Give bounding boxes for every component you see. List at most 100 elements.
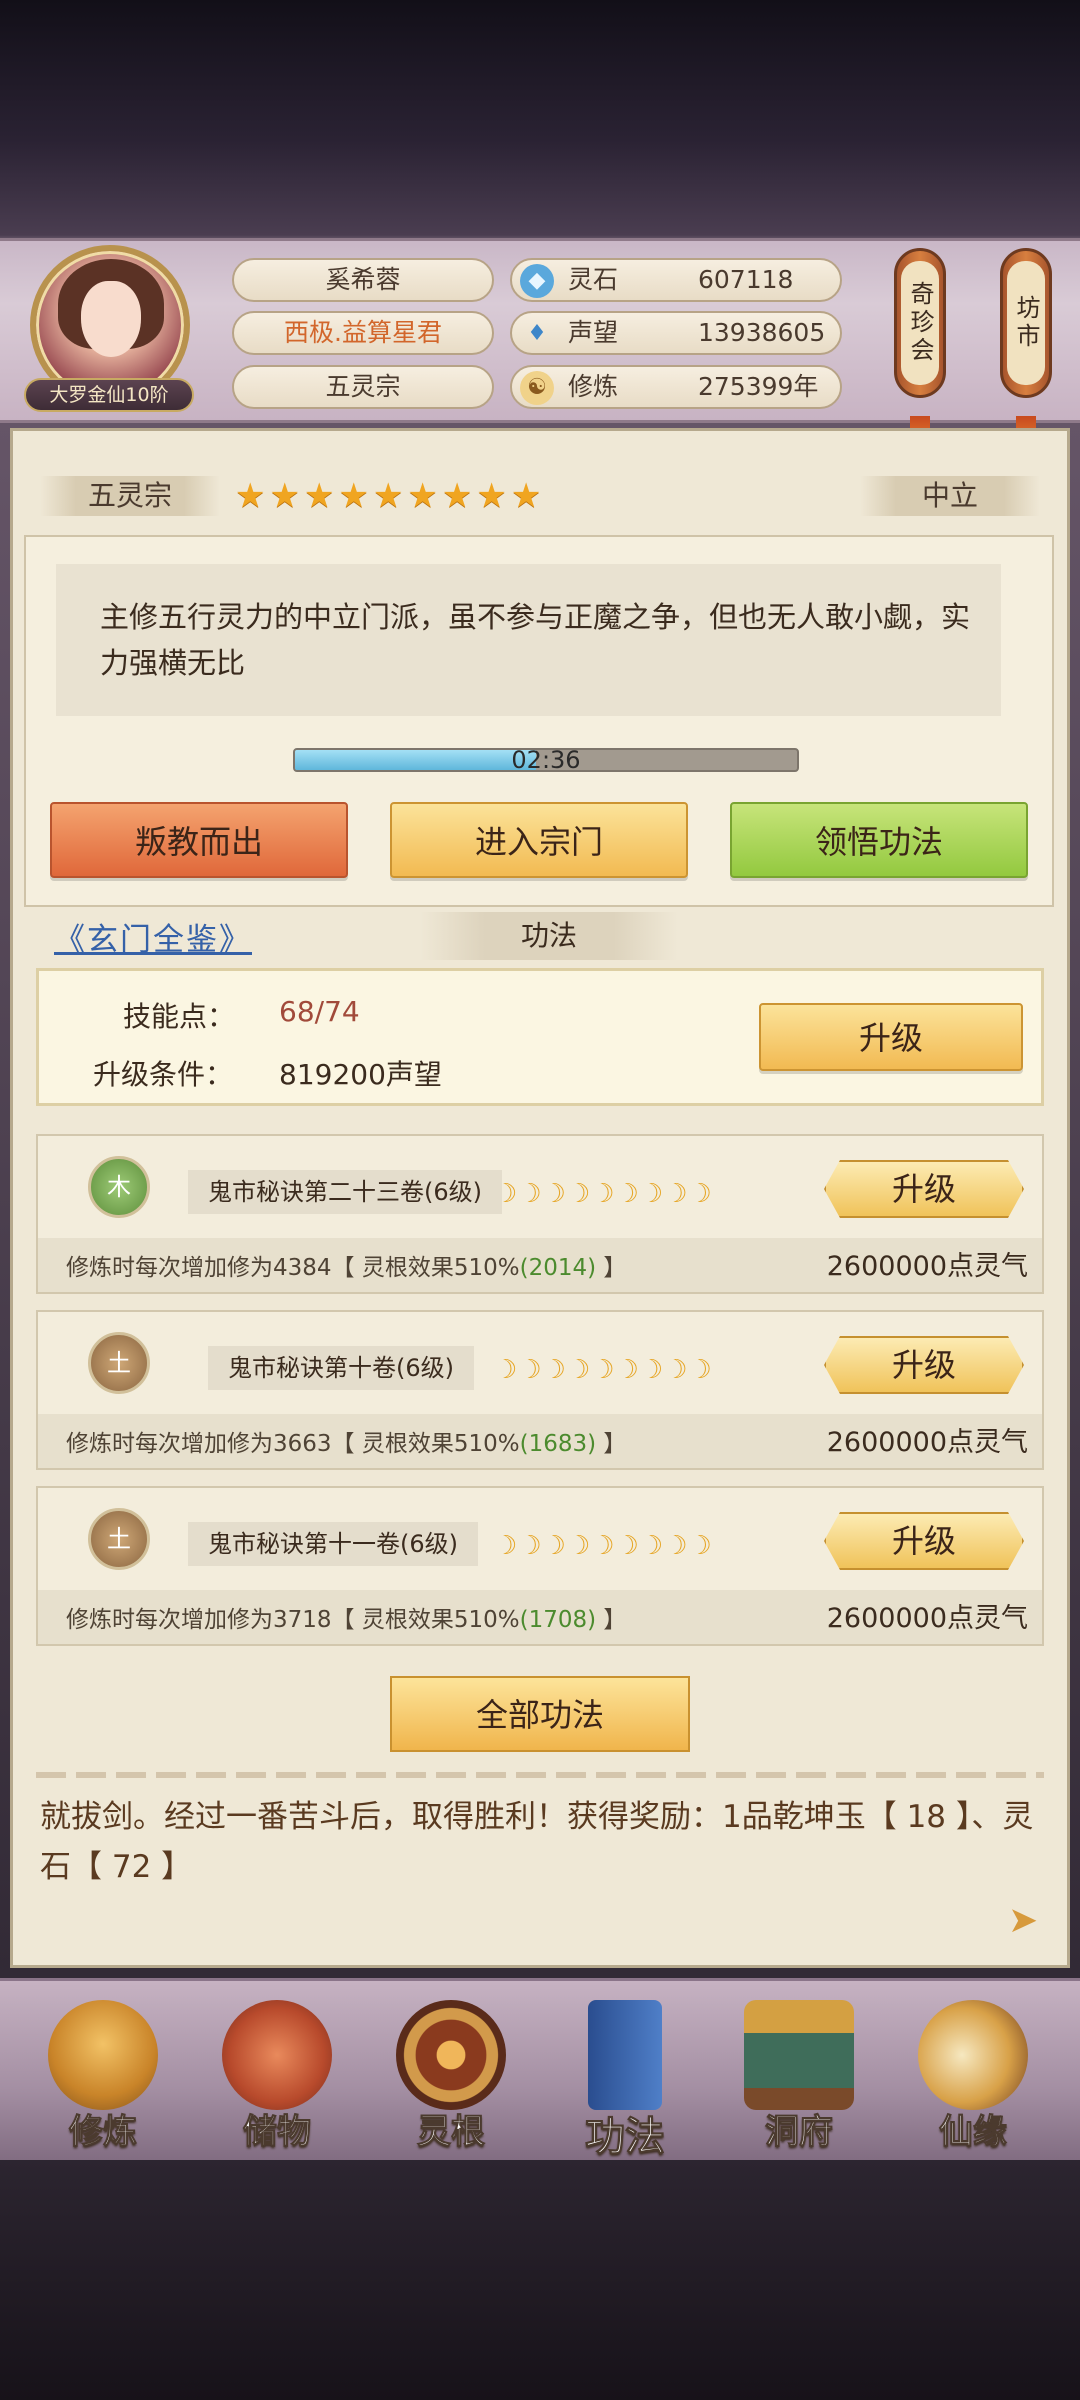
sect-stars: ★ ★ ★ ★ ★ ★ ★ ★ ★ <box>235 476 541 516</box>
cultivate-icon <box>48 2000 158 2110</box>
storage-bag-icon <box>222 2000 332 2110</box>
technique-desc-suffix: 】 <box>596 1255 627 1281</box>
stat-reputation: ♦ 声望 13938605 <box>510 311 842 355</box>
nav-item-storage[interactable]: 储物 <box>202 1990 352 2160</box>
moon-icon: ☽ <box>639 1355 664 1385</box>
player-sect: 五灵宗 <box>232 365 494 409</box>
nav-label: 储物 <box>243 2112 312 2153</box>
technique-cost: 2600000点灵气 <box>826 1427 1028 1458</box>
stat-value: 13938605 <box>698 318 826 347</box>
star-icon: ★ <box>441 476 473 516</box>
technique-cost: 2600000点灵气 <box>826 1251 1028 1282</box>
treasure-pavilion-button[interactable]: 奇珍会 <box>894 248 946 398</box>
nav-label: 洞府 <box>765 2112 834 2153</box>
moon-icon: ☽ <box>591 1355 615 1385</box>
nav-item-immortal-fate[interactable]: 仙缘 <box>898 1990 1048 2160</box>
moon-icon: ☽ <box>518 1531 542 1561</box>
nav-item-techniques[interactable]: 功法 <box>550 1990 700 2161</box>
moon-icon: ☽ <box>566 1531 591 1561</box>
nav-item-spirit-root[interactable]: 灵根 <box>376 1990 526 2160</box>
market-button[interactable]: 坊市 <box>1000 248 1052 398</box>
player-title[interactable]: 西极.益算星君 <box>232 311 494 355</box>
skill-points-value: 68/74 <box>279 995 360 1028</box>
skill-points-label: 技能点： <box>123 1000 236 1033</box>
technique-desc-bonus: (1708) <box>519 1607 597 1633</box>
technique-desc-suffix: 】 <box>596 1607 627 1633</box>
moon-icon: ☽ <box>518 1355 542 1385</box>
technique-desc-bonus: (1683) <box>519 1431 597 1457</box>
star-icon: ★ <box>269 476 300 516</box>
sect-name-tag: 五灵宗 <box>40 476 220 516</box>
technique-name: 鬼市秘诀第十一卷(6级) <box>188 1522 478 1566</box>
moon-icon: ☽ <box>494 1531 518 1561</box>
battle-log: 就拔剑。经过一番苦斗后，取得胜利！获得奖励：1品乾坤玉【 18 】、灵石【 72… <box>40 1799 1034 1885</box>
moon-icon: ☽ <box>542 1355 566 1385</box>
stat-spirit-stone: ◆ 灵石 607118 <box>510 258 842 302</box>
ornamental-divider <box>36 1772 1044 1778</box>
meditation-icon: ☯ <box>520 371 554 405</box>
moon-icon: ☽ <box>494 1355 518 1385</box>
technique-upgrade-button[interactable]: 升级 <box>824 1336 1024 1394</box>
upgrade-condition-value: 819200声望 <box>279 1058 442 1091</box>
nav-label: 仙缘 <box>939 2112 1008 2153</box>
moon-icon: ☽ <box>639 1531 664 1561</box>
log-expand-arrow-icon[interactable]: ➤ <box>1008 1900 1038 1941</box>
technique-desc-prefix: 修炼时每次增加修为4384【 灵根效果510% <box>66 1255 520 1281</box>
treasure-pavilion-label: 奇珍会 <box>901 261 939 385</box>
moon-icon: ☽ <box>639 1179 664 1209</box>
moon-icon: ☽ <box>591 1531 615 1561</box>
technique-card: 土 鬼市秘诀第十卷(6级) ☽ ☽ ☽ ☽ ☽ ☽ ☽ ☽ ☽ 升级 修炼时每次增加修为3663… <box>36 1310 1044 1470</box>
technique-cost: 2600000点灵气 <box>826 1603 1028 1634</box>
earth-element-icon: 土 <box>88 1508 150 1570</box>
nav-label: 功法 <box>585 2114 666 2161</box>
nav-item-cave-dwelling[interactable]: 洞府 <box>724 1990 874 2160</box>
star-icon: ★ <box>372 476 404 516</box>
sect-header: 五灵宗 ★ ★ ★ ★ ★ ★ ★ ★ ★ 中立 <box>40 470 1040 522</box>
wood-element-icon: 木 <box>88 1156 150 1218</box>
star-icon: ★ <box>235 476 266 516</box>
spirit-stone-icon: ◆ <box>520 264 554 298</box>
star-icon: ★ <box>510 476 542 516</box>
immortal-fate-icon <box>918 2000 1028 2110</box>
sect-alignment-tag: 中立 <box>860 476 1040 516</box>
enter-sect-button[interactable]: 进入宗门 <box>390 802 688 878</box>
moon-icon: ☽ <box>664 1355 688 1385</box>
technique-level-moons: ☽ ☽ ☽ ☽ ☽ ☽ ☽ ☽ ☽ <box>494 1176 712 1212</box>
moon-icon: ☽ <box>688 1179 712 1209</box>
technique-desc-prefix: 修炼时每次增加修为3663【 灵根效果510% <box>66 1431 520 1457</box>
technique-desc-suffix: 】 <box>596 1431 627 1457</box>
technique-level-moons: ☽ ☽ ☽ ☽ ☽ ☽ ☽ ☽ ☽ <box>494 1352 712 1388</box>
technique-upgrade-button[interactable]: 升级 <box>824 1160 1024 1218</box>
upgrade-condition-label: 升级条件： <box>93 1058 234 1091</box>
xuanmen-guide-link[interactable]: 《玄门全鉴》 <box>54 914 252 959</box>
moon-icon: ☽ <box>688 1531 712 1561</box>
technique-name: 鬼市秘诀第十卷(6级) <box>208 1346 474 1390</box>
moon-icon: ☽ <box>542 1179 566 1209</box>
all-techniques-button[interactable]: 全部功法 <box>390 1676 690 1752</box>
sect-description: 主修五行灵力的中立门派，虽不参与正魔之争，但也无人敢小觑，实力强横无比 <box>56 564 1001 716</box>
technique-card: 土 鬼市秘诀第十一卷(6级) ☽ ☽ ☽ ☽ ☽ ☽ ☽ ☽ ☽ 升级 修炼时每次增加修为371… <box>36 1486 1044 1646</box>
stat-value: 607118 <box>698 265 794 294</box>
technique-upgrade-button[interactable]: 升级 <box>824 1512 1024 1570</box>
skill-upgrade-button[interactable]: 升级 <box>759 1003 1023 1071</box>
technique-description: 修炼时每次增加修为4384【 灵根效果510%(2014) 】 <box>66 1248 626 1282</box>
nav-item-cultivate[interactable]: 修炼 <box>28 1990 178 2160</box>
moon-icon: ☽ <box>615 1355 639 1385</box>
moon-icon: ☽ <box>615 1179 639 1209</box>
star-icon: ★ <box>407 476 438 516</box>
betray-sect-button[interactable]: 叛教而出 <box>50 802 348 878</box>
avatar-face <box>81 281 141 357</box>
technique-card: 木 鬼市秘诀第二十三卷(6级) ☽ ☽ ☽ ☽ ☽ ☽ ☽ ☽ ☽ 升级 修炼时每次增加修为43… <box>36 1134 1044 1294</box>
technique-description: 修炼时每次增加修为3663【 灵根效果510%(1683) 】 <box>66 1424 626 1458</box>
stat-label: 修炼 <box>568 372 619 401</box>
stat-value: 275399年 <box>698 372 819 401</box>
technique-name: 鬼市秘诀第二十三卷(6级) <box>188 1170 502 1214</box>
moon-icon: ☽ <box>688 1355 712 1385</box>
technique-description: 修炼时每次增加修为3718【 灵根效果510%(1708) 】 <box>66 1600 626 1634</box>
moon-icon: ☽ <box>542 1531 566 1561</box>
earth-element-icon: 土 <box>88 1332 150 1394</box>
moon-icon: ☽ <box>566 1355 591 1385</box>
technique-book-icon <box>588 2000 662 2110</box>
comprehend-technique-button[interactable]: 领悟功法 <box>730 802 1028 878</box>
nav-label: 修炼 <box>69 2112 138 2153</box>
